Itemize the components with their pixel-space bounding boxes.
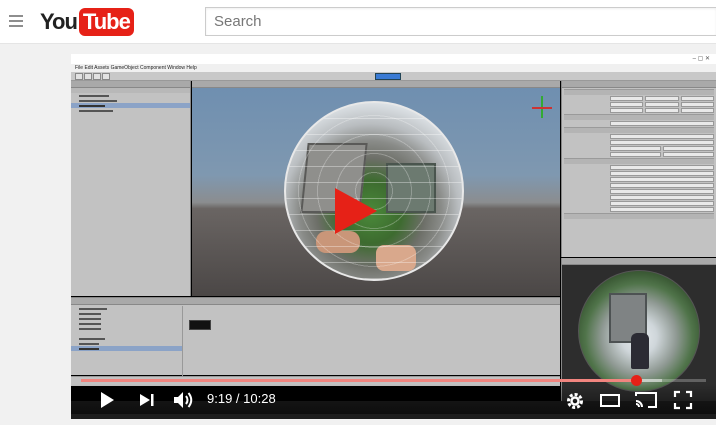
settings-button[interactable]: HD — [565, 390, 585, 410]
inspector-field — [568, 152, 714, 157]
volume-button[interactable] — [173, 390, 195, 410]
project-tree — [71, 306, 183, 376]
inspector-field — [568, 96, 714, 101]
scene-tabs — [192, 81, 560, 88]
project-row — [71, 346, 182, 351]
inspector-field — [568, 201, 714, 206]
inspector-section — [564, 114, 714, 120]
editor-play-controls — [375, 73, 401, 80]
inspector-field — [568, 134, 714, 139]
video-toolbar — [71, 72, 716, 81]
menu-icon[interactable] — [9, 15, 23, 27]
hierarchy-panel — [71, 81, 191, 296]
current-time: 9:19 — [207, 391, 233, 406]
next-button[interactable] — [139, 390, 155, 410]
cast-button[interactable] — [634, 390, 658, 410]
miniplayer-icon — [600, 394, 620, 407]
inspector-field — [568, 189, 714, 194]
person-shape — [631, 333, 649, 369]
inspector-section — [564, 89, 714, 95]
inspector-field — [568, 195, 714, 200]
scene-gizmo-icon — [532, 96, 552, 120]
search-box — [205, 7, 716, 36]
player-controls: 9:19 / 10:28 HD — [71, 384, 716, 414]
page: You Tube – ▢ ✕ File Edit Assets GameObje… — [0, 0, 716, 425]
rotate-tool-icon — [93, 73, 101, 80]
inspector-field — [568, 108, 714, 113]
masthead: You Tube — [0, 0, 716, 44]
fisheye-preview — [578, 270, 700, 392]
inspector-field — [568, 140, 714, 145]
inspector-field — [568, 165, 714, 170]
time-display: 9:19 / 10:28 — [207, 391, 276, 406]
fullscreen-button[interactable] — [673, 390, 693, 410]
cast-icon — [635, 392, 657, 408]
inspector-field — [568, 121, 714, 126]
inspector-field — [568, 171, 714, 176]
project-tab — [71, 298, 560, 305]
video-player[interactable]: – ▢ ✕ File Edit Assets GameObject Compon… — [71, 54, 716, 419]
progress-loaded — [81, 379, 663, 382]
video-window-titlebar: – ▢ ✕ — [71, 54, 716, 64]
progress-bar[interactable] — [81, 375, 706, 386]
asset-thumbnail — [189, 320, 211, 330]
duration: 10:28 — [243, 391, 276, 406]
hand-tool-icon — [75, 73, 83, 80]
inspector-section — [564, 127, 714, 133]
inspector-field — [568, 177, 714, 182]
next-icon — [140, 394, 154, 406]
logo-you-text: You — [40, 9, 78, 34]
inspector-field — [568, 146, 714, 151]
volume-icon — [174, 392, 193, 408]
inspector-section — [564, 158, 714, 164]
hierarchy-tab — [71, 81, 190, 88]
window-controls-icon: – ▢ ✕ — [692, 56, 710, 62]
logo-tube-text: Tube — [78, 8, 134, 36]
game-tab — [562, 258, 716, 265]
project-panel — [71, 297, 560, 376]
inspector-tab — [562, 81, 716, 88]
youtube-logo[interactable]: You Tube — [40, 8, 134, 36]
inspector-field — [568, 102, 714, 107]
play-icon — [101, 392, 114, 408]
time-separator: / — [232, 391, 244, 406]
inspector-field — [568, 207, 714, 212]
play-icon — [335, 188, 377, 234]
miniplayer-button[interactable] — [599, 390, 621, 410]
hierarchy-row — [71, 108, 190, 113]
inspector-section — [564, 213, 714, 219]
move-tool-icon — [84, 73, 92, 80]
inspector-field — [568, 183, 714, 188]
search-input[interactable] — [206, 8, 716, 35]
inspector-panel — [561, 81, 716, 257]
video-menubar: File Edit Assets GameObject Component Wi… — [71, 64, 716, 72]
fullscreen-icon — [673, 390, 693, 410]
scale-tool-icon — [102, 73, 110, 80]
settings-icon — [567, 393, 583, 409]
play-button[interactable] — [99, 390, 115, 410]
big-play-button[interactable] — [333, 186, 379, 236]
